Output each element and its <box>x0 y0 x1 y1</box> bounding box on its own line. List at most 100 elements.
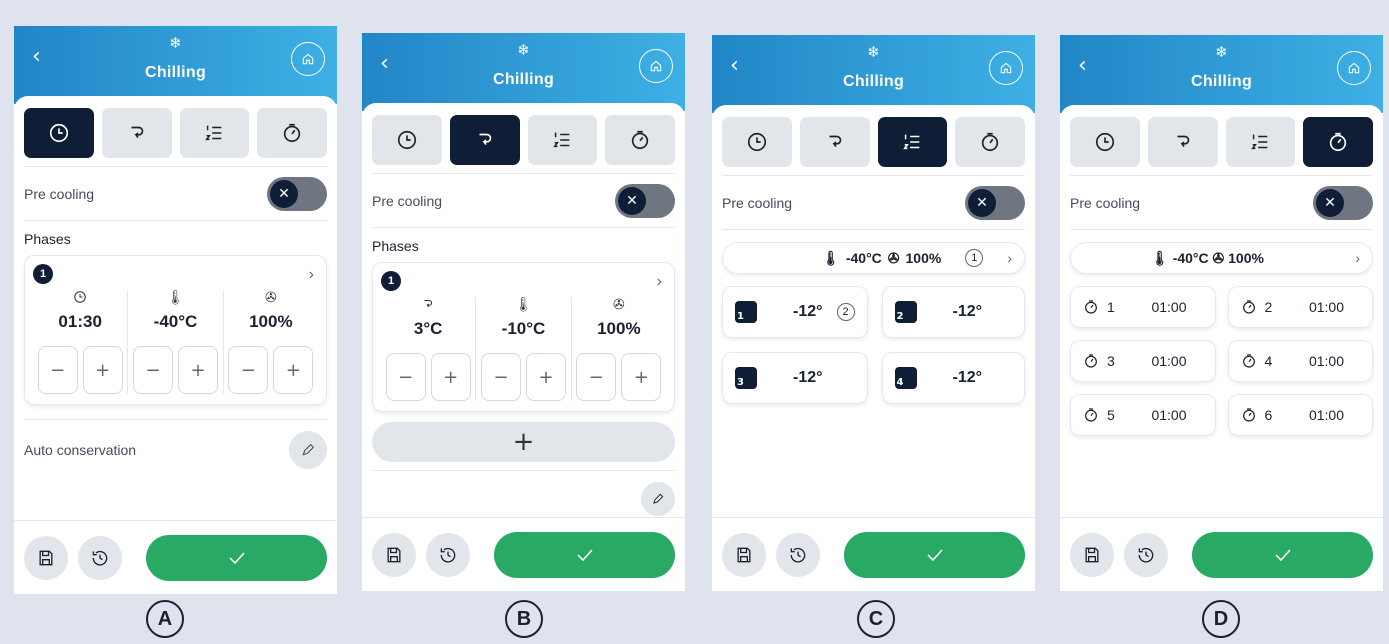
panel-label-b: B <box>505 600 543 638</box>
confirm-button[interactable] <box>1192 531 1373 578</box>
tab-multiphase[interactable] <box>179 108 250 158</box>
confirm-button[interactable] <box>146 534 327 581</box>
save-button[interactable] <box>722 532 766 577</box>
chevron-right-icon[interactable]: › <box>309 266 314 284</box>
timer-number: 2 <box>1264 299 1273 315</box>
pencil-icon <box>651 492 665 506</box>
tab-timer[interactable] <box>1303 117 1373 167</box>
probe-card[interactable]: 1 -12° 2 <box>722 286 868 338</box>
increment-button[interactable]: + <box>430 353 471 401</box>
tab-probe[interactable] <box>1147 117 1218 167</box>
timer-value: 01:00 <box>1151 353 1187 369</box>
tab-timer[interactable] <box>605 115 675 165</box>
home-button[interactable] <box>639 49 673 83</box>
timer-card[interactable]: 5 01:00 <box>1070 394 1216 436</box>
fan-value: 100% <box>597 319 641 338</box>
history-button[interactable] <box>426 532 470 577</box>
history-icon <box>90 548 110 568</box>
timer-icon <box>1083 353 1099 369</box>
tab-probe[interactable] <box>101 108 172 158</box>
increment-button[interactable]: + <box>273 346 314 394</box>
timer-card[interactable]: 2 01:00 <box>1227 286 1373 328</box>
save-button[interactable] <box>1070 532 1114 577</box>
close-icon: ✕ <box>1316 188 1344 217</box>
footer <box>712 517 1035 591</box>
home-button[interactable] <box>989 51 1023 85</box>
home-button[interactable] <box>1337 51 1371 85</box>
pre-cooling-toggle[interactable]: ✕ <box>1313 185 1373 220</box>
confirm-button[interactable] <box>844 531 1025 578</box>
list-icon <box>1249 131 1271 153</box>
decrement-button[interactable]: − <box>385 353 426 401</box>
fan-icon: ✇ <box>612 297 625 313</box>
probe-card[interactable]: 2 -12° <box>881 286 1025 338</box>
tab-timer[interactable] <box>257 108 327 158</box>
increment-button[interactable]: + <box>525 353 566 401</box>
chevron-right-icon[interactable]: › <box>657 273 662 291</box>
tab-time[interactable] <box>722 117 792 167</box>
probe-icon <box>824 131 846 153</box>
edit-button[interactable] <box>289 430 327 469</box>
phases-label: Phases <box>372 238 419 254</box>
probe-value: 3°C <box>413 319 443 338</box>
time-column: 01:30 − + <box>33 290 129 394</box>
list-icon <box>551 129 573 151</box>
phases-label: Phases <box>24 231 71 247</box>
tab-time[interactable] <box>24 108 94 158</box>
mode-tabs <box>722 105 1025 176</box>
tab-multiphase[interactable] <box>877 117 948 167</box>
increment-button[interactable]: + <box>82 346 123 394</box>
history-button[interactable] <box>776 532 820 577</box>
timer-card[interactable]: 3 01:00 <box>1070 340 1216 382</box>
edit-button[interactable] <box>641 482 675 516</box>
decrement-button[interactable]: − <box>480 353 521 401</box>
save-button[interactable] <box>24 535 68 580</box>
history-button[interactable] <box>1124 532 1168 577</box>
timer-number: 5 <box>1107 407 1115 423</box>
chevron-right-icon[interactable]: › <box>1355 250 1360 266</box>
home-button[interactable] <box>291 42 325 76</box>
history-button[interactable] <box>78 535 122 580</box>
tab-time[interactable] <box>1070 117 1140 167</box>
phase-card[interactable]: 1 › 01:30 − + 🌡 -40°C − + ✇ 100% − + <box>24 255 327 405</box>
timer-card[interactable]: 6 01:00 <box>1227 394 1373 436</box>
timer-number: 6 <box>1264 407 1273 423</box>
decrement-button[interactable]: − <box>228 346 269 394</box>
save-button[interactable] <box>372 532 416 577</box>
timer-icon <box>1327 131 1349 153</box>
page-title: Chilling <box>1190 73 1253 90</box>
pre-cooling-row: Pre cooling ✕ <box>722 176 1025 230</box>
pre-cooling-toggle[interactable]: ✕ <box>615 183 675 218</box>
add-phase-button[interactable]: + <box>372 422 675 462</box>
phase-summary-bar[interactable]: 🌡 -40°C ✇ 100% › <box>1070 242 1373 274</box>
tab-probe[interactable] <box>799 117 870 167</box>
phase-card[interactable]: 1 › 3°C − + 🌡 -10°C − + ✇ 100% − + <box>372 262 675 412</box>
confirm-button[interactable] <box>494 531 675 578</box>
increment-button[interactable]: + <box>177 346 218 394</box>
decrement-button[interactable]: − <box>576 353 617 401</box>
pre-cooling-toggle[interactable]: ✕ <box>267 176 327 211</box>
probe-card[interactable]: 3 -12° <box>722 352 868 404</box>
tab-multiphase[interactable] <box>1225 117 1296 167</box>
tab-timer[interactable] <box>955 117 1025 167</box>
clock-icon <box>1094 131 1116 153</box>
time-value: 01:30 <box>58 312 102 331</box>
probe-card[interactable]: 4 -12° <box>881 352 1025 404</box>
pre-cooling-toggle[interactable]: ✕ <box>965 185 1025 220</box>
history-icon <box>1136 545 1156 565</box>
timer-card[interactable]: 4 01:00 <box>1227 340 1373 382</box>
tab-time[interactable] <box>372 115 442 165</box>
fan-column: ✇ 100% − + <box>224 290 318 394</box>
tab-probe[interactable] <box>449 115 520 165</box>
phase-summary-bar[interactable]: 🌡 -40°C ✇ 100% 1 › <box>722 242 1025 274</box>
increment-button[interactable]: + <box>621 353 662 401</box>
tab-multiphase[interactable] <box>527 115 598 165</box>
probe-value: -12° <box>952 369 983 386</box>
decrement-button[interactable]: − <box>37 346 78 394</box>
check-icon <box>225 546 249 570</box>
fan-value: 100% <box>905 250 942 266</box>
chevron-right-icon[interactable]: › <box>1007 250 1012 266</box>
timer-card[interactable]: 1 01:00 <box>1070 286 1216 328</box>
decrement-button[interactable]: − <box>132 346 173 394</box>
probe-value: -12° <box>952 303 983 320</box>
